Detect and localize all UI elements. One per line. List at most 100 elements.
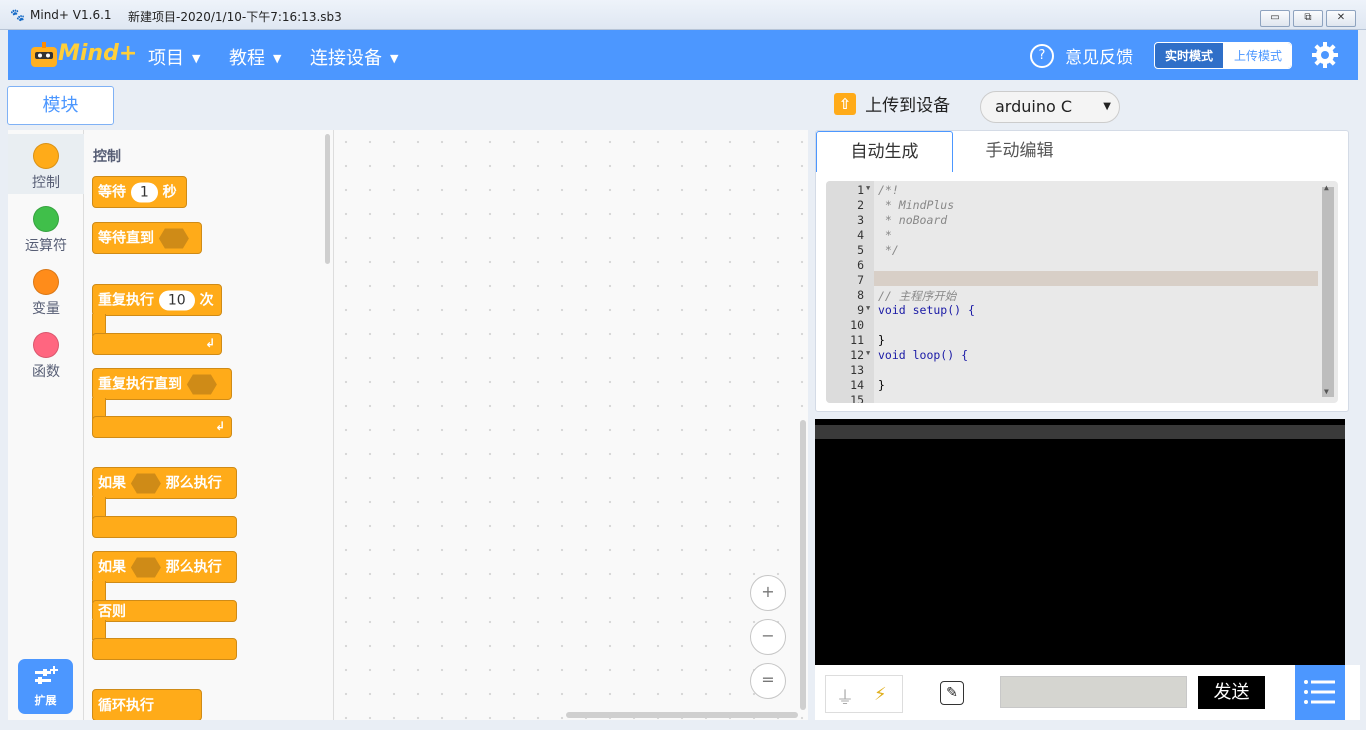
category-variables[interactable]: 变量	[8, 260, 84, 320]
menu-tutorial[interactable]: 教程 ▼	[229, 44, 281, 70]
line-number: 13	[850, 363, 864, 377]
line-number: 12	[850, 348, 864, 362]
usb-disconnect-icon[interactable]: ⚡	[874, 684, 887, 705]
repeat-value-input[interactable]: 10	[158, 290, 195, 311]
board-select[interactable]: arduino C ▼	[980, 91, 1120, 123]
extension-button[interactable]: 扩展	[18, 659, 73, 714]
line-number: 7	[857, 273, 864, 287]
block-else: 否则	[92, 600, 237, 622]
upload-to-device-button[interactable]: ⇧ 上传到设备	[834, 91, 950, 121]
palette-scrollbar[interactable]	[325, 134, 330, 264]
block-repeat[interactable]: 重复执行 10 次	[92, 284, 222, 316]
current-line-highlight	[874, 271, 1318, 286]
dropdown-caret-icon: ▼	[1103, 101, 1111, 112]
category-dot-control	[33, 143, 59, 169]
code-editor[interactable]: 1 ▼/*! 2 * MindPlus 3 * noBoard 4 * 5 */6 7 8//…	[826, 181, 1338, 403]
wait-value-input[interactable]: 1	[130, 182, 158, 203]
line-number: 14	[850, 378, 864, 392]
zoom-out-icon: −	[761, 626, 775, 645]
block-if-then[interactable]: 如果 那么执行	[92, 467, 237, 499]
code-line: }	[878, 378, 885, 392]
chevron-down-icon: ▼	[390, 52, 399, 65]
category-dot-operators	[33, 206, 59, 232]
project-title: 新建项目-2020/1/10-下午7:16:13.sb3	[128, 10, 342, 24]
line-number: 10	[850, 318, 864, 332]
code-line: }	[878, 333, 885, 347]
code-line: void loop() {	[878, 348, 969, 362]
block-forever[interactable]: 循环执行	[92, 689, 202, 720]
category-operators[interactable]: 运算符	[8, 197, 84, 257]
clear-output-icon[interactable]: ✎	[940, 681, 964, 705]
settings-gear-icon[interactable]	[1310, 40, 1340, 70]
category-panel: 控制 运算符 变量 函数	[8, 130, 84, 720]
mode-switch: 实时模式 上传模式	[1154, 42, 1292, 69]
code-panel: 自动生成 手动编辑 1 ▼/*! 2 * MindPlus 3 * noBoard 4 …	[815, 130, 1349, 412]
line-number: 6	[857, 258, 864, 272]
send-input[interactable]	[1000, 676, 1187, 708]
realtime-mode-button[interactable]: 实时模式	[1155, 43, 1223, 68]
code-line: * MindPlus	[878, 198, 955, 212]
zoom-in-icon: +	[761, 582, 775, 601]
upload-row: ⇧ 上传到设备 arduino C ▼	[820, 88, 1360, 128]
tab-blocks[interactable]: 模块	[7, 86, 114, 125]
category-dot-variables	[33, 269, 59, 295]
logo-text: Mind+	[58, 41, 138, 66]
feedback-button[interactable]: ? 意见反馈	[1030, 43, 1133, 68]
send-button[interactable]: 发送	[1198, 676, 1265, 709]
serial-input-bar	[815, 425, 1345, 439]
category-dot-functions	[33, 332, 59, 358]
zoom-out-button[interactable]: −	[750, 619, 786, 655]
zoom-reset-button[interactable]: =	[750, 663, 786, 699]
line-number: 15	[850, 393, 864, 403]
tab-manual-edit[interactable]: 手动编辑	[952, 131, 1087, 171]
restore-button[interactable]: ⧉	[1293, 10, 1323, 27]
line-number: 11	[850, 333, 864, 347]
fold-arrow-icon[interactable]: ▼	[866, 304, 870, 312]
code-line: // 主程序开始	[878, 289, 957, 303]
workspace-v-scrollbar[interactable]	[800, 420, 806, 710]
upload-arrow-icon: ⇧	[834, 92, 856, 115]
menu-list-button[interactable]	[1295, 665, 1345, 720]
zoom-in-button[interactable]: +	[750, 575, 786, 611]
usb-icon[interactable]: ⏚	[836, 684, 854, 710]
block-if-else[interactable]: 如果 那么执行	[92, 551, 237, 583]
fold-arrow-icon[interactable]: ▼	[866, 349, 870, 357]
block-palette: 控制 等待 1 秒 等待直到 重复执行 10 次 ↲ 重复执行直到 ↲ 如果 那…	[84, 130, 334, 720]
app-header: Mind+ 项目 ▼ 教程 ▼ 连接设备 ▼ ? 意见反馈 实时模式 上传模式	[8, 30, 1358, 80]
code-line: */	[878, 243, 899, 257]
menu-project[interactable]: 项目 ▼	[148, 44, 200, 70]
fold-arrow-icon[interactable]: ▼	[866, 184, 870, 192]
connection-controls: ⏚ ⚡	[825, 675, 903, 713]
menu-connect-device[interactable]: 连接设备 ▼	[310, 44, 398, 70]
serial-output[interactable]	[815, 419, 1345, 665]
scroll-down-icon[interactable]: ▼	[1324, 387, 1329, 396]
block-if-else-foot	[92, 638, 237, 660]
block-repeat-until[interactable]: 重复执行直到	[92, 368, 232, 400]
loop-arrow-icon: ↲	[204, 336, 215, 350]
scroll-up-icon[interactable]: ▲	[1324, 183, 1329, 192]
code-line: * noBoard	[878, 213, 948, 227]
palette-title: 控制	[93, 149, 121, 165]
category-control[interactable]: 控制	[8, 134, 84, 194]
block-wait[interactable]: 等待 1 秒	[92, 176, 187, 208]
line-number: 2	[857, 198, 864, 212]
help-icon: ?	[1030, 43, 1054, 68]
line-number: 5	[857, 243, 864, 257]
script-workspace[interactable]: + − =	[334, 130, 808, 720]
category-functions[interactable]: 函数	[8, 323, 84, 383]
chevron-down-icon: ▼	[273, 52, 282, 65]
block-else-arm	[92, 620, 106, 640]
close-button[interactable]: ✕	[1326, 10, 1356, 27]
line-number: 8	[857, 288, 864, 302]
tab-auto-generate[interactable]: 自动生成	[816, 131, 953, 172]
block-wait-until[interactable]: 等待直到	[92, 222, 202, 254]
workspace-h-scrollbar[interactable]	[566, 712, 798, 718]
minimize-button[interactable]: ▭	[1260, 10, 1290, 27]
line-number: 4	[857, 228, 864, 242]
condition-slot	[130, 473, 161, 494]
extension-icon	[34, 666, 58, 684]
code-line: void setup() {	[878, 303, 975, 317]
upload-mode-button[interactable]: 上传模式	[1223, 43, 1291, 68]
editor-scrollbar[interactable]	[1322, 187, 1334, 397]
app-icon: 🐾	[10, 8, 25, 22]
